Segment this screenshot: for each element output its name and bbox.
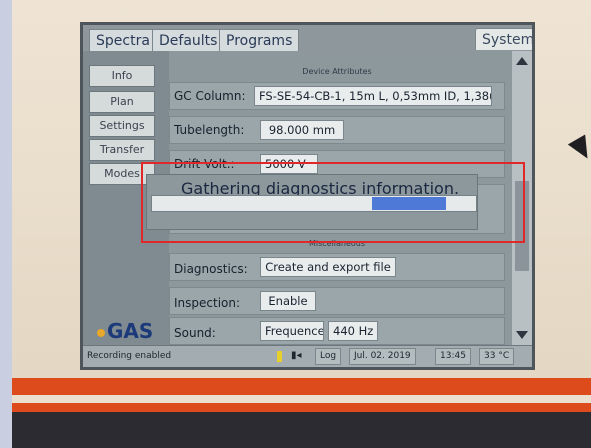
gas-logo: GAS [97,319,153,343]
logo-dot-icon [97,328,105,337]
diagnostics-row: Diagnostics: Create and export file [169,253,505,281]
sidebar-item-transfer[interactable]: Transfer [89,139,155,161]
plug-icon: ▮◂ [291,350,302,361]
sidebar-item-plan[interactable]: Plan [89,91,155,113]
device-attributes-heading: Device Attributes [302,67,372,76]
log-button[interactable]: Log [315,348,342,365]
gc-column-label: GC Column: [174,89,246,103]
gc-column-field[interactable]: FS-SE-54-CB-1, 15m L, 0,53mm ID, 1,38u..… [254,86,492,106]
tab-spectra[interactable]: Spectra [89,29,157,51]
tubelength-label: Tubelength: [174,123,245,137]
status-time: 13:45 [435,348,471,365]
scroll-up-icon[interactable] [516,57,528,65]
logo-text: GAS [107,319,154,343]
tubelength-field[interactable]: 98.000 mm [260,120,344,140]
sound-row: Sound: Frequence 440 Hz [169,317,505,345]
sidebar-item-settings[interactable]: Settings [89,115,155,137]
frequence-value[interactable]: 440 Hz [328,321,378,341]
highlight-box [141,162,525,243]
recording-status: Recording enabled [87,351,172,361]
photo-left-edge [0,0,12,448]
inspection-label: Inspection: [174,296,241,310]
diagnostics-label: Diagnostics: [174,262,248,276]
tab-defaults[interactable]: Defaults [152,29,225,51]
gc-column-row: GC Column: FS-SE-54-CB-1, 15m L, 0,53mm … [169,82,505,110]
scroll-down-icon[interactable] [516,331,528,339]
status-date: Jul. 02. 2019 [349,348,416,365]
battery-icon [277,351,282,362]
sidebar-item-info[interactable]: Info [89,65,155,87]
tubelength-row: Tubelength: 98.000 mm [169,116,505,144]
tab-programs[interactable]: Programs [219,29,300,51]
frequence-button[interactable]: Frequence [260,321,324,341]
status-temperature: 33 °C [479,348,515,365]
enable-button[interactable]: Enable [260,291,316,311]
tab-system[interactable]: System [475,28,532,50]
sound-label: Sound: [174,326,216,340]
tab-bar: Spectra Defaults Programs System [83,25,532,51]
cream-stripe [12,395,591,403]
inspection-row: Inspection: Enable [169,287,505,315]
dark-stripe [12,412,591,448]
status-bar: Recording enabled ▮◂ Log Jul. 02. 2019 1… [83,345,532,367]
create-export-button[interactable]: Create and export file [260,257,396,277]
